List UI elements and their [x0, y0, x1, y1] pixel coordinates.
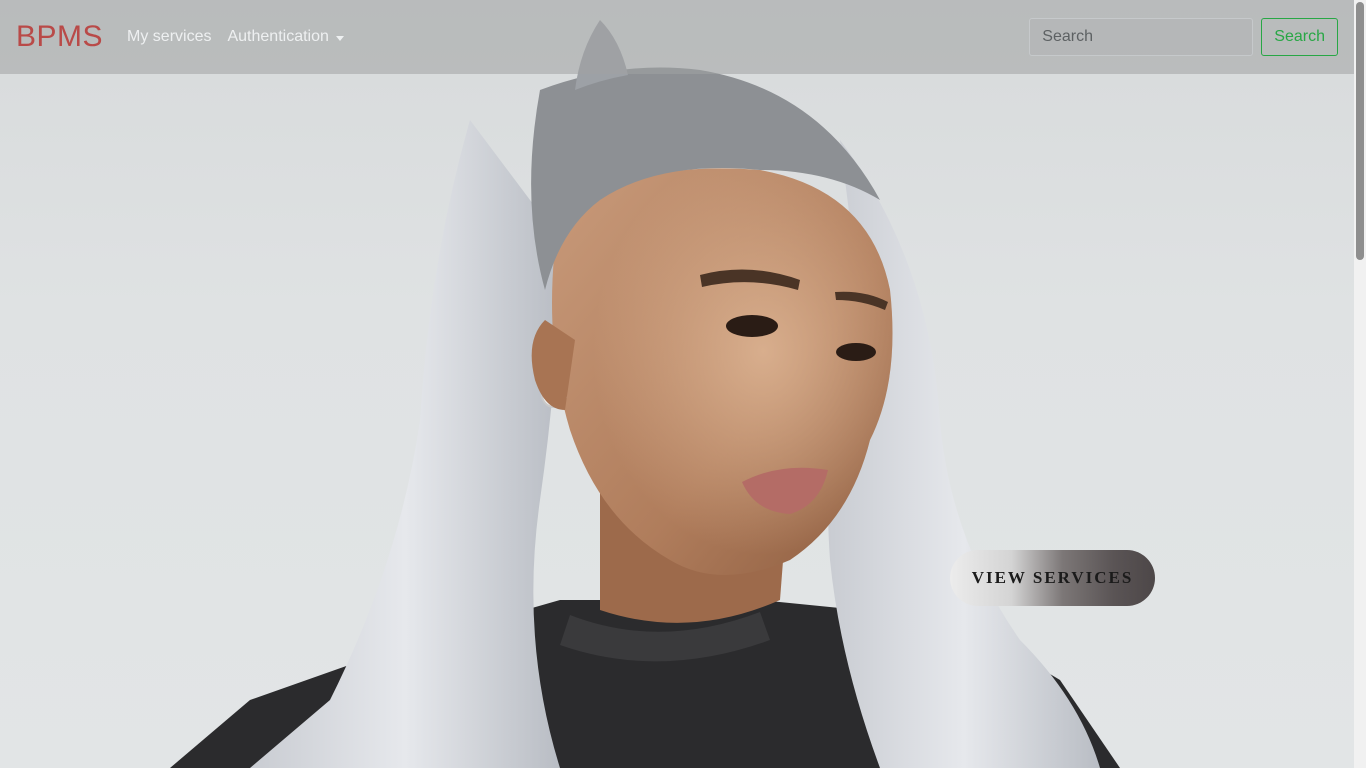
scrollbar-thumb[interactable] — [1356, 2, 1364, 260]
hero-portrait-image — [170, 20, 1120, 768]
search-button[interactable]: Search — [1261, 18, 1338, 56]
nav-dropdown-authentication[interactable]: Authentication — [227, 28, 344, 46]
nav-dropdown-authentication-label: Authentication — [227, 28, 329, 45]
brand-logo[interactable]: BPMS — [16, 20, 103, 54]
nav-link-my-services[interactable]: My services — [127, 28, 211, 46]
chevron-down-icon — [335, 35, 344, 41]
search-input[interactable] — [1029, 18, 1254, 56]
top-navbar: BPMS My services Authentication Search — [0, 0, 1354, 74]
hero-section — [0, 0, 1354, 768]
view-services-button[interactable]: VIEW SERVICES — [950, 550, 1155, 606]
page-scrollbar[interactable] — [1354, 0, 1366, 768]
